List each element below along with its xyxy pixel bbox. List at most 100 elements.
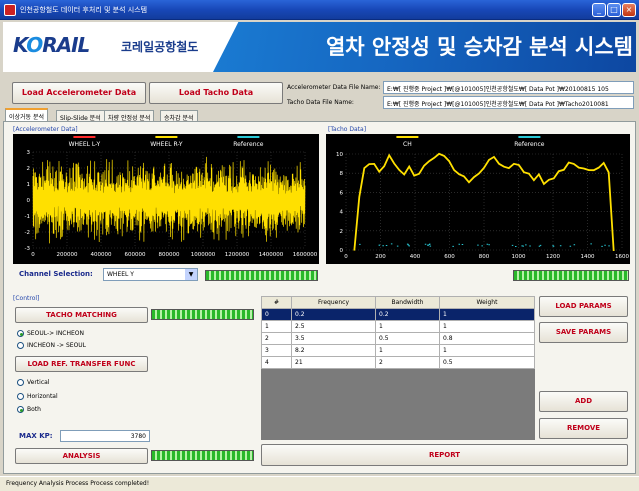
- table-cell[interactable]: 0.5: [375, 332, 440, 345]
- accel-progress-bar: [205, 270, 318, 281]
- korail-logo: KORAIL: [13, 33, 90, 57]
- direction-incheon-seoul[interactable]: INCHEON -> SEOUL: [17, 342, 86, 349]
- radio-icon[interactable]: [17, 393, 24, 400]
- table-cell[interactable]: 1: [261, 320, 292, 333]
- table-row[interactable]: 3 8.2 1 1: [261, 344, 535, 357]
- col-header-weight[interactable]: Weight: [439, 296, 535, 309]
- table-cell[interactable]: 2: [261, 332, 292, 345]
- analysis-button[interactable]: ANALYSIS: [15, 448, 148, 464]
- x-tick-label: 1000: [512, 254, 526, 260]
- params-table-area: # Frequency Bandwidth Weight 0 0.2 0.2 1…: [261, 296, 535, 440]
- table-cell[interactable]: 1: [439, 308, 535, 321]
- table-cell[interactable]: 8.2: [291, 344, 376, 357]
- axis-horizontal[interactable]: Horizontal: [17, 393, 58, 400]
- app-icon: [4, 4, 16, 16]
- legend-label: CH: [403, 141, 412, 148]
- direction-seoul-incheon[interactable]: SEOUL-> INCHEON: [17, 330, 84, 337]
- x-tick-label: 1600: [615, 254, 629, 260]
- x-tick-label: 1000000: [191, 252, 216, 258]
- table-cell[interactable]: 1: [439, 320, 535, 333]
- table-cell[interactable]: 2: [375, 356, 440, 369]
- accelerometer-plot: WHEEL L-Y WHEEL R-Y Reference3210-1-2-30 20…: [13, 134, 319, 264]
- chevron-down-icon[interactable]: ▼: [185, 269, 197, 280]
- x-tick-label: 1400000: [259, 252, 284, 258]
- y-tick-label: 4: [340, 210, 344, 216]
- table-cell[interactable]: 1: [375, 320, 440, 333]
- y-tick-label: 2: [27, 166, 31, 172]
- col-header-frequency[interactable]: Frequency: [291, 296, 376, 309]
- report-button[interactable]: REPORT: [261, 444, 628, 466]
- table-cell[interactable]: 4: [261, 356, 292, 369]
- table-cell[interactable]: 3: [261, 344, 292, 357]
- table-cell[interactable]: 0.5: [439, 356, 535, 369]
- table-cell[interactable]: 0.2: [291, 308, 376, 321]
- load-accelerometer-button[interactable]: Load Accelerometer Data: [12, 82, 146, 104]
- col-header-index[interactable]: #: [261, 296, 292, 309]
- tacho-progress-bar: [513, 270, 629, 281]
- table-cell[interactable]: 0: [261, 308, 292, 321]
- close-button[interactable]: ×: [622, 3, 636, 17]
- y-tick-label: -1: [25, 214, 30, 220]
- tacho-file-field[interactable]: E:₩[ 진행중 Project ]₩[@101005]인천공항철도₩[ Dat…: [383, 96, 634, 109]
- load-params-button[interactable]: LOAD PARAMS: [539, 296, 628, 317]
- axis-both[interactable]: Both: [17, 406, 41, 413]
- window-title: 인천공항철도 데이터 후처리 및 분석 시스템: [20, 6, 148, 14]
- legend-label: Reference: [233, 141, 264, 148]
- channel-select[interactable]: WHEEL Y ▼: [103, 268, 198, 281]
- table-cell[interactable]: 21: [291, 356, 376, 369]
- table-cell[interactable]: 0.2: [375, 308, 440, 321]
- x-tick-label: 600000: [125, 252, 146, 258]
- add-button[interactable]: ADD: [539, 391, 628, 412]
- y-tick-label: 3: [27, 150, 31, 156]
- accel-file-field[interactable]: E:₩[ 진행중 Project ]₩[@101005]인천공항철도₩[ Dat…: [383, 81, 634, 94]
- load-ref-transfer-func-button[interactable]: LOAD REF. TRANSFER FUNC: [15, 356, 148, 372]
- y-tick-label: -3: [25, 246, 31, 252]
- table-row[interactable]: 2 3.5 0.5 0.8: [261, 332, 535, 345]
- table-cell[interactable]: 1: [439, 344, 535, 357]
- x-tick-label: 200: [375, 254, 386, 260]
- legend-label: WHEEL L-Y: [69, 141, 101, 148]
- radio-icon[interactable]: [17, 330, 24, 337]
- table-row[interactable]: 1 2.5 1 1: [261, 320, 535, 333]
- channel-select-value: WHEEL Y: [107, 271, 134, 278]
- tacho-matching-button[interactable]: TACHO MATCHING: [15, 307, 148, 323]
- legend-label: Reference: [514, 141, 545, 148]
- y-tick-label: 1: [27, 182, 31, 188]
- table-cell[interactable]: 1: [375, 344, 440, 357]
- axis-vertical[interactable]: Vertical: [17, 379, 49, 386]
- x-tick-label: 0: [344, 254, 348, 260]
- channel-selection-label: Channel Selection:: [19, 270, 93, 278]
- radio-icon[interactable]: [17, 342, 24, 349]
- tacho-matching-progress: [151, 309, 254, 320]
- y-tick-label: 6: [340, 190, 344, 196]
- params-table: # Frequency Bandwidth Weight 0 0.2 0.2 1…: [261, 296, 535, 369]
- table-row[interactable]: 4 21 2 0.5: [261, 356, 535, 369]
- accel-file-label: Accelerometer Data File Name:: [287, 84, 381, 91]
- remove-button[interactable]: REMOVE: [539, 418, 628, 439]
- table-cell[interactable]: 3.5: [291, 332, 376, 345]
- table-cell[interactable]: 0.8: [439, 332, 535, 345]
- maximize-button[interactable]: □: [607, 3, 621, 17]
- table-row[interactable]: 0 0.2 0.2 1: [261, 308, 535, 321]
- control-group-label: [Control]: [13, 295, 40, 302]
- x-tick-label: 400: [410, 254, 421, 260]
- accel-group-label: [Accelerometer Data]: [13, 126, 78, 133]
- save-params-button[interactable]: SAVE PARAMS: [539, 322, 628, 343]
- x-tick-label: 600: [444, 254, 455, 260]
- y-tick-label: 2: [340, 229, 344, 235]
- tab-anomaly[interactable]: 이상거동 분석: [5, 108, 49, 122]
- title-bar: 인천공항철도 데이터 후처리 및 분석 시스템 _ □ ×: [0, 0, 639, 20]
- load-tacho-button[interactable]: Load Tacho Data: [149, 82, 283, 104]
- col-header-bandwidth[interactable]: Bandwidth: [375, 296, 440, 309]
- y-tick-label: 0: [27, 198, 31, 204]
- max-kp-field[interactable]: 3780: [60, 430, 150, 442]
- analysis-progress: [151, 450, 254, 461]
- radio-icon[interactable]: [17, 406, 24, 413]
- status-text: Frequency Analysis Process Process compl…: [6, 480, 150, 487]
- radio-icon[interactable]: [17, 379, 24, 386]
- x-tick-label: 0: [31, 252, 35, 258]
- x-tick-label: 1200: [546, 254, 560, 260]
- header: KORAIL 코레일공항철도 열차 안정성 및 승차감 분석 시스템: [3, 22, 636, 72]
- table-cell[interactable]: 2.5: [291, 320, 376, 333]
- minimize-button[interactable]: _: [592, 3, 606, 17]
